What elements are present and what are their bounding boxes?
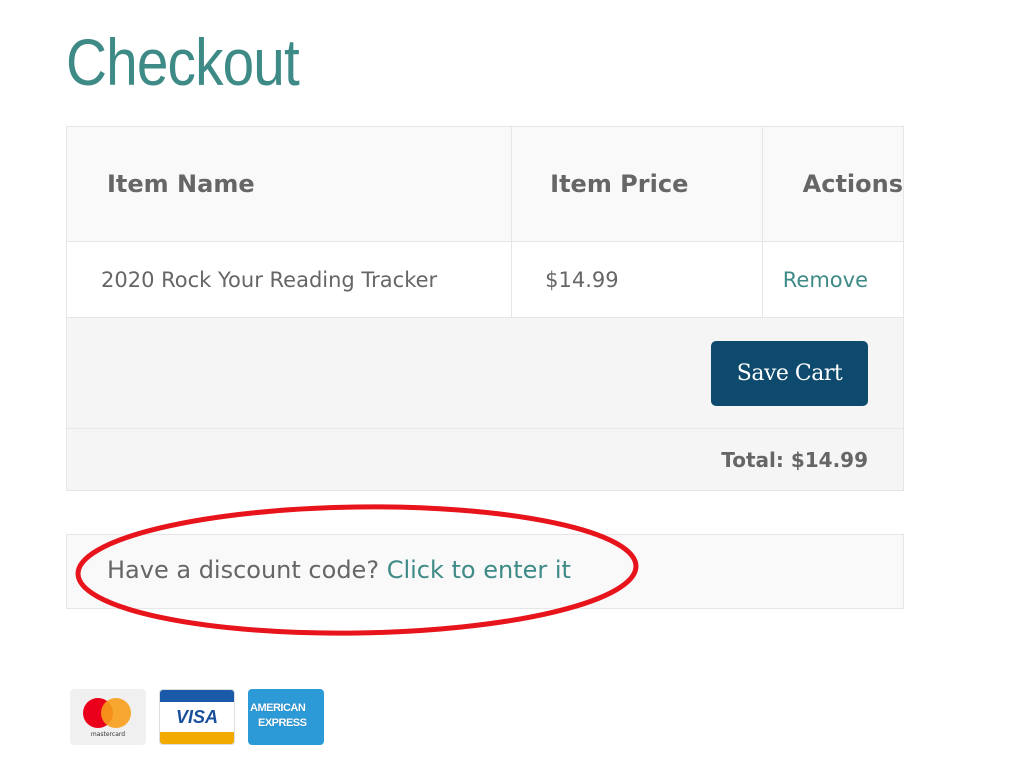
mastercard-icon: mastercard bbox=[70, 689, 146, 745]
payment-methods: mastercard VISA AMERICAN EXPRESS bbox=[70, 689, 324, 745]
discount-prompt-line: Have a discount code? Click to enter it bbox=[107, 556, 571, 584]
cart-header-row: Item Name Item Price Actions bbox=[65, 126, 905, 242]
discount-prompt: Have a discount code? bbox=[107, 556, 380, 584]
mastercard-orange-circle bbox=[101, 698, 131, 728]
mastercard-label: mastercard bbox=[90, 731, 126, 738]
amex-label: AMERICAN EXPRESS bbox=[250, 701, 324, 731]
save-cart-cell: Save Cart bbox=[66, 317, 904, 429]
discount-code-box: Have a discount code? Click to enter it bbox=[66, 534, 904, 609]
item-name: 2020 Rock Your Reading Tracker bbox=[65, 241, 513, 318]
column-header-actions: Actions bbox=[761, 126, 905, 242]
item-price: $14.99 bbox=[511, 241, 763, 318]
cart-item-row: 2020 Rock Your Reading Tracker $14.99 Re… bbox=[65, 241, 905, 318]
visa-icon: VISA bbox=[159, 689, 235, 745]
visa-top-band bbox=[160, 690, 234, 702]
item-actions-cell: Remove bbox=[761, 241, 905, 318]
column-header-item-price: Item Price bbox=[511, 126, 763, 242]
total-row: Total: $14.99 bbox=[66, 428, 904, 491]
cart-total: Total: $14.99 bbox=[66, 428, 904, 491]
column-header-item-name: Item Name bbox=[65, 126, 513, 242]
remove-item-link[interactable]: Remove bbox=[783, 268, 868, 292]
cart-table: Item Name Item Price Actions 2020 Rock Y… bbox=[65, 126, 905, 491]
amex-label-line1: AMERICAN bbox=[250, 702, 306, 714]
american-express-icon: AMERICAN EXPRESS bbox=[248, 689, 324, 745]
enter-discount-link[interactable]: Click to enter it bbox=[387, 556, 571, 584]
visa-label: VISA bbox=[175, 707, 218, 727]
save-cart-button[interactable]: Save Cart bbox=[711, 340, 868, 406]
amex-label-line2: EXPRESS bbox=[258, 717, 307, 729]
save-cart-row: Save Cart bbox=[66, 317, 904, 429]
visa-bottom-band bbox=[160, 732, 234, 744]
page-title: Checkout bbox=[66, 25, 300, 99]
